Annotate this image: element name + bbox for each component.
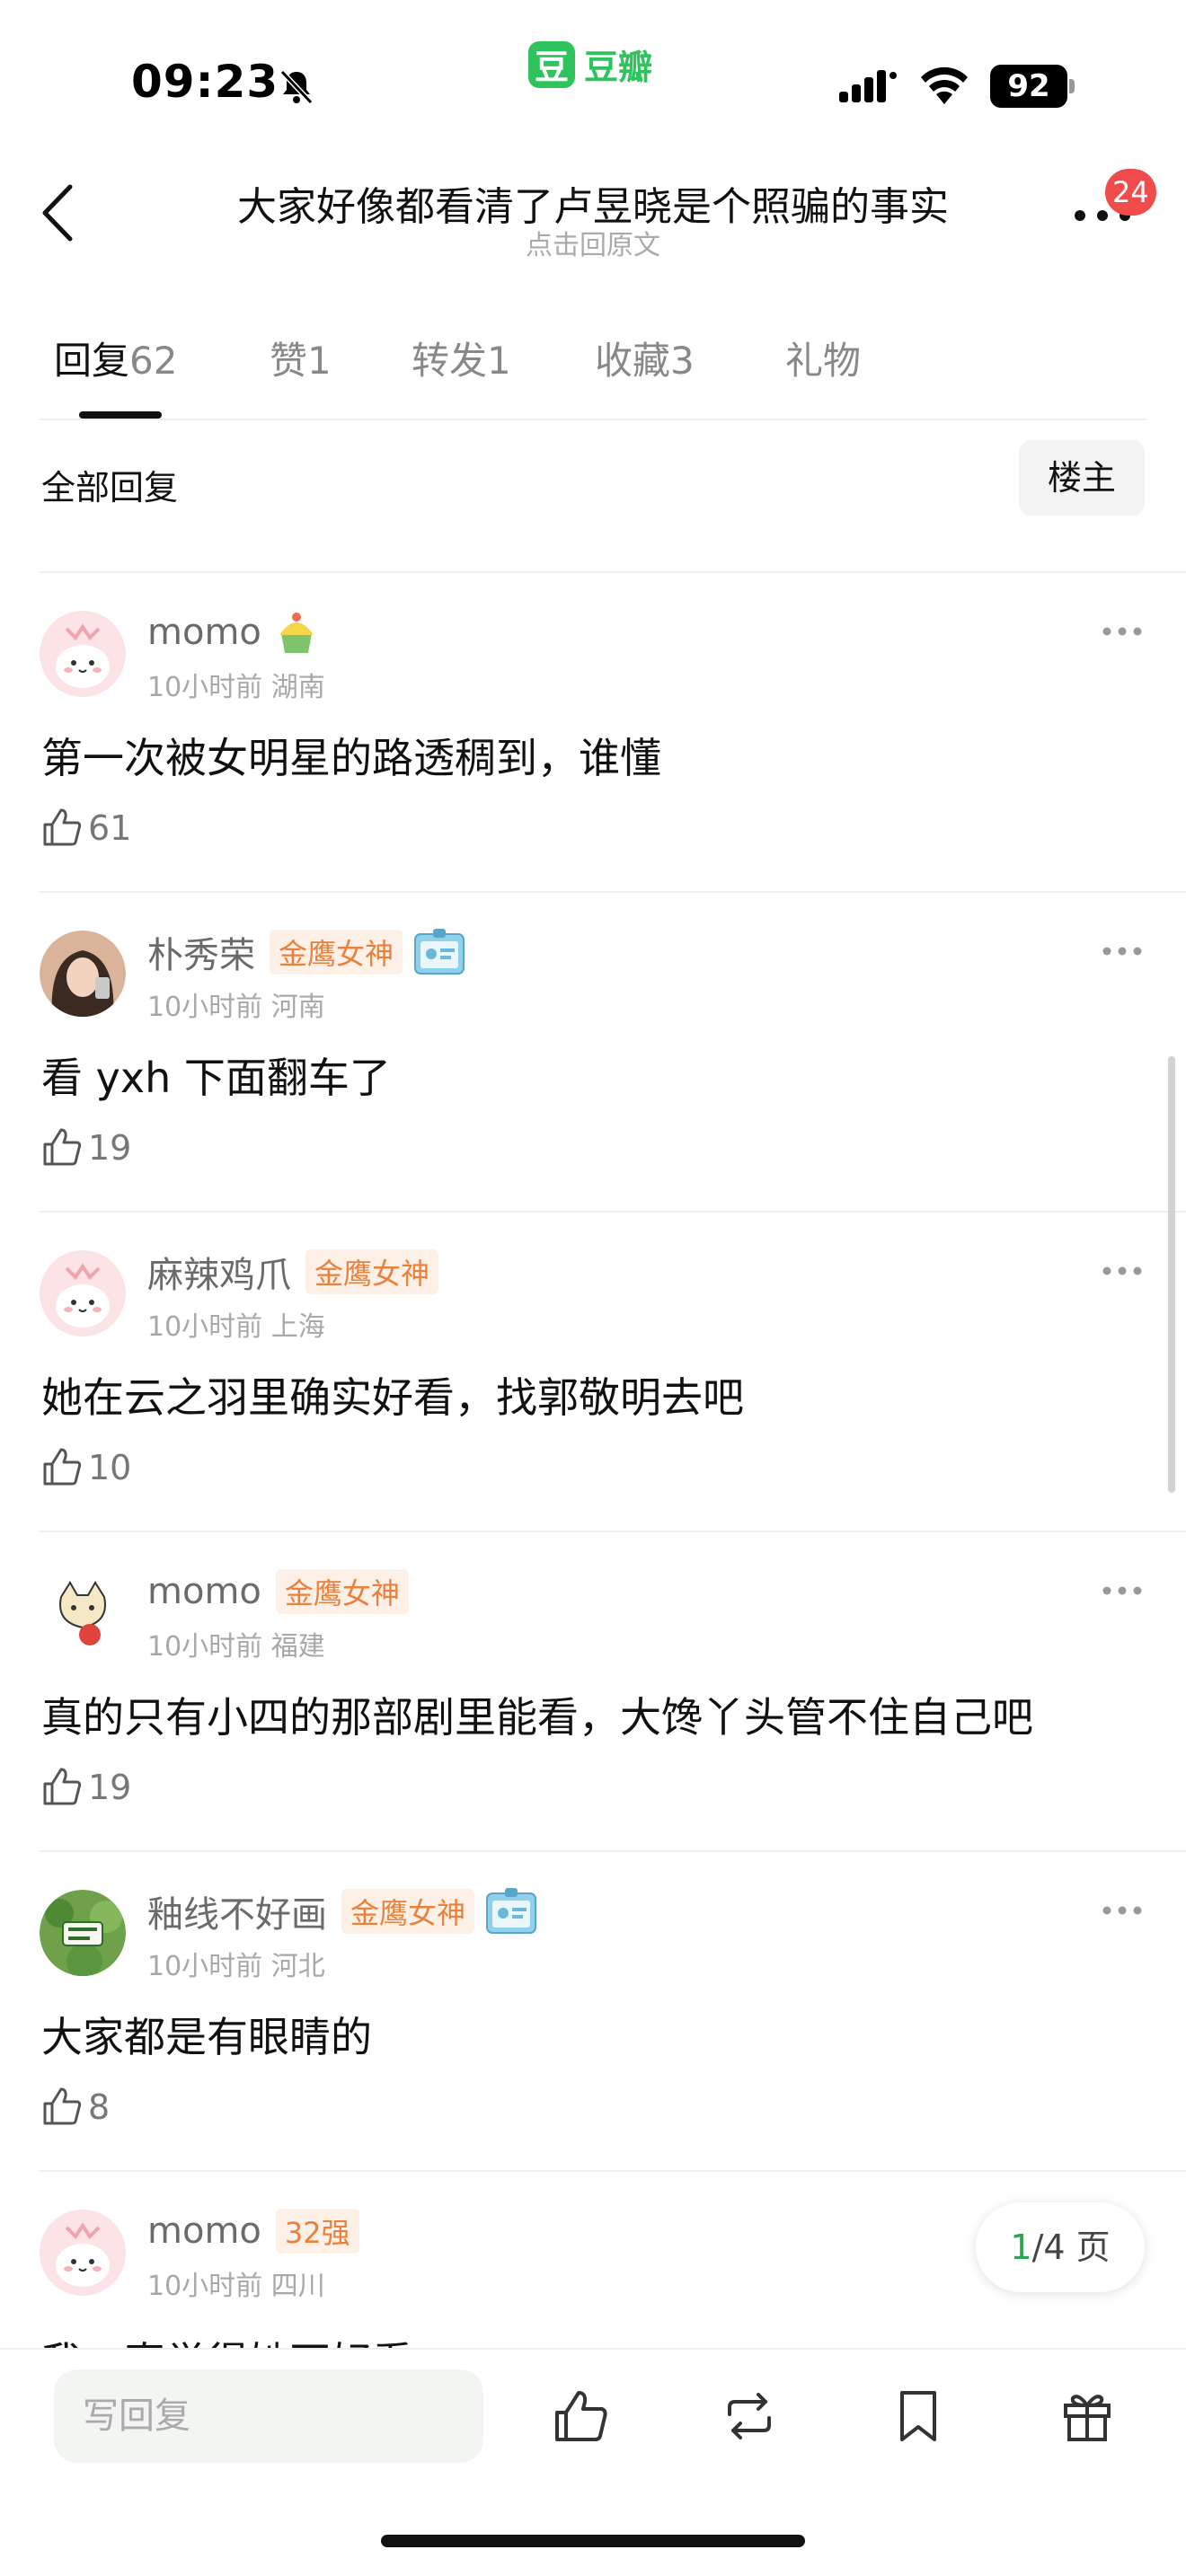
comment-author[interactable]: momo [147,612,261,653]
comment-meta: 10小时前 四川 [147,2271,325,2302]
comment-item: momo 金鹰女神 10小时前 福建 真的只有小四的那部剧里能看，大馋丫头管不住… [0,1532,1186,1852]
rank-badge: 金鹰女神 [305,1249,439,1294]
tab-bar: 回复62 赞1 转发1 收藏3 礼物 [0,331,1186,420]
tab-gifts[interactable]: 礼物 [785,331,861,385]
tab-replies[interactable]: 回复62 [54,331,177,385]
battery-level: 92 [990,65,1067,108]
avatar[interactable] [40,1570,126,1656]
tab-indicator [79,411,162,419]
avatar[interactable] [40,611,126,697]
comment-text: 她在云之羽里确实好看，找郭敬明去吧 [41,1373,744,1422]
comment-text: 真的只有小四的那部剧里能看，大馋丫头管不住自己吧 [41,1693,1033,1742]
comment-text: 第一次被女明星的路透稠到，谁懂 [41,734,661,782]
home-indicator [381,2535,805,2547]
bell-muted-icon [279,69,314,105]
bookmark-icon[interactable] [890,2387,947,2445]
rank-badge: 金鹰女神 [341,1889,475,1934]
comment-item: 釉线不好画 金鹰女神 10小时前 河北 大家都是有眼睛的 8 [0,1852,1186,2172]
tab-collections[interactable]: 收藏3 [595,331,695,385]
thumbs-up-icon[interactable] [41,1766,83,1807]
rank-badge: 32强 [275,2209,359,2254]
comment-item: 朴秀荣 金鹰女神 10小时前 河南 看 yxh 下面翻车了 19 [0,893,1186,1213]
page-current: 1 [1010,2228,1032,2267]
comment-author[interactable]: 麻辣鸡爪 [147,1246,291,1298]
header: 大家好像都看清了卢昱晓是个照骗的事实 点击回原文 24 [0,162,1186,269]
more-options-icon[interactable] [1102,625,1143,638]
thumbs-up-icon[interactable] [41,1126,83,1168]
like-count: 8 [88,2087,111,2127]
comment-author[interactable]: 朴秀荣 [147,926,255,978]
status-time: 09:23 [131,56,279,108]
tab-reshares[interactable]: 转发1 [412,331,511,385]
filter-row: 全部回复 楼主 [0,440,1186,530]
thumbs-up-icon[interactable] [41,2086,83,2127]
filter-all-replies[interactable]: 全部回复 [41,460,178,509]
thumbs-up-icon[interactable] [552,2387,609,2445]
app-badge: 豆 豆瓣 [528,40,652,89]
comment-author[interactable]: momo [147,1571,261,1612]
thumbs-up-icon[interactable] [41,807,83,848]
avatar[interactable] [40,1250,126,1337]
comment-meta: 10小时前 湖南 [147,672,325,703]
avatar[interactable] [40,1890,126,1976]
rank-badge: 金鹰女神 [270,930,403,975]
page-total: /4 页 [1031,2228,1111,2267]
comment-item: 麻辣鸡爪 金鹰女神 10小时前 上海 她在云之羽里确实好看，找郭敬明去吧 10 [0,1213,1186,1532]
gift-icon[interactable] [1058,2387,1116,2445]
comment-meta: 10小时前 河南 [147,992,325,1023]
app-name: 豆瓣 [584,48,653,87]
battery-icon: 92 [990,65,1076,108]
avatar[interactable] [40,2210,126,2296]
more-options-icon[interactable] [1102,1584,1143,1597]
divider [40,419,1146,420]
status-bar: 09:23 豆 豆瓣 92 [0,0,1186,135]
douban-logo-icon: 豆 [528,40,575,88]
more-options-icon[interactable] [1102,1265,1143,1277]
rank-badge: 金鹰女神 [275,1569,409,1614]
like-count: 19 [88,1768,132,1807]
comment-author[interactable]: momo [147,2210,261,2252]
wifi-icon [921,66,968,104]
reply-input[interactable]: 写回复 [54,2369,483,2463]
comment-text: 看 yxh 下面翻车了 [41,1054,391,1102]
like-count: 61 [88,808,132,848]
tab-likes[interactable]: 赞1 [270,331,332,385]
scrollbar[interactable] [1168,1056,1175,1493]
comment-meta: 10小时前 福建 [147,1631,325,1663]
thumbs-up-icon[interactable] [41,1446,83,1487]
id-card-medal-icon [486,1888,537,1934]
back-icon[interactable] [34,181,81,244]
more-options-icon[interactable] [1102,945,1143,957]
reshare-icon[interactable] [721,2387,778,2445]
id-card-medal-icon [414,929,465,975]
page-indicator[interactable]: 1/4 页 [976,2202,1145,2292]
comment-text: 大家都是有眼睛的 [41,2013,372,2061]
comment-meta: 10小时前 上海 [147,1311,325,1343]
back-to-original-link[interactable]: 点击回原文 [162,223,1024,262]
cake-icon [279,613,314,653]
avatar[interactable] [40,931,126,1017]
notification-badge: 24 [1105,169,1156,216]
comment-meta: 10小时前 河北 [147,1951,325,1982]
comment-item: momo 10小时前 湖南 第一次被女明星的路透稠到，谁懂 61 [0,573,1186,893]
more-options-icon[interactable] [1102,1904,1143,1917]
comment-author[interactable]: 釉线不好画 [147,1885,327,1937]
like-count: 10 [88,1448,132,1487]
signal-icon [839,70,897,102]
like-count: 19 [88,1128,132,1168]
op-only-button[interactable]: 楼主 [1019,440,1145,516]
